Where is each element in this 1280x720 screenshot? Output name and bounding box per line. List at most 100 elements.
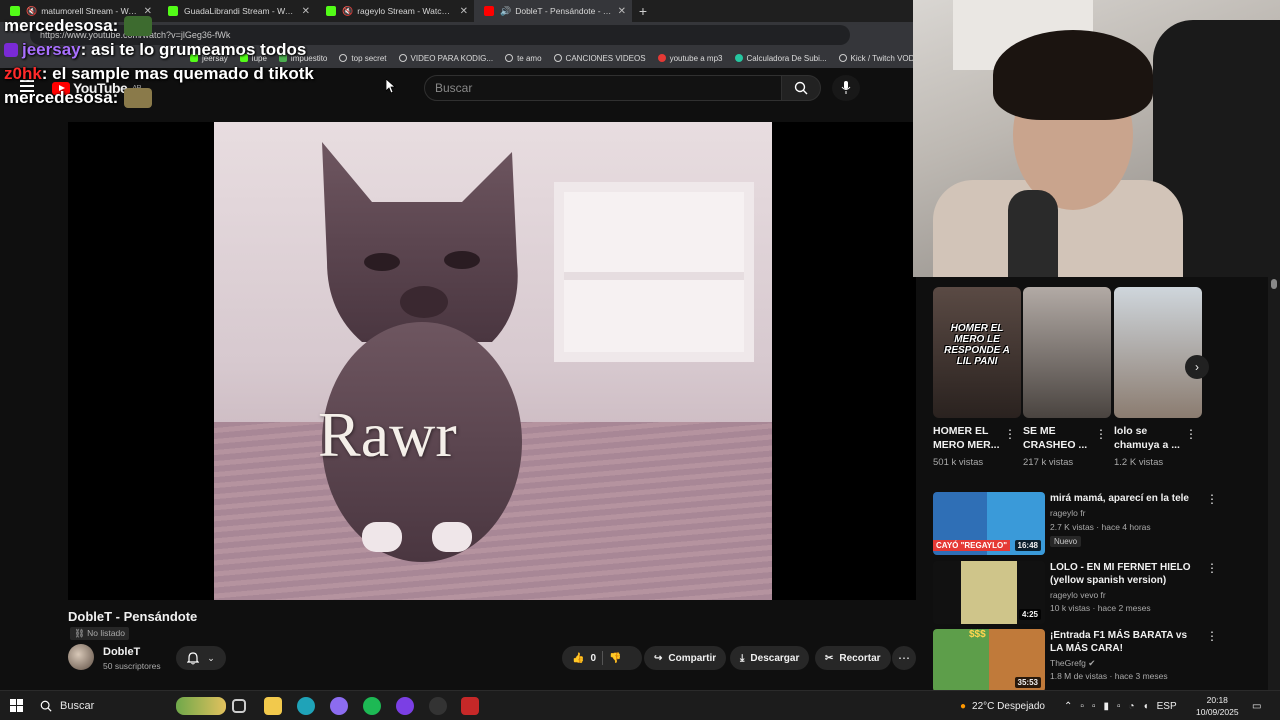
recommended-video[interactable]: $$$ 35:53 ¡Entrada F1 MÁS BARATA vs LA M… — [933, 629, 1218, 693]
weather-widget[interactable]: ● 22°C Despejado — [960, 691, 1045, 720]
subscriber-badge-icon — [4, 43, 18, 57]
speaker-icon[interactable]: 🔊 — [500, 6, 511, 17]
more-vert-icon[interactable]: ⋮ — [1004, 427, 1016, 441]
language-indicator[interactable]: ESP — [1157, 701, 1177, 712]
divider — [602, 651, 604, 665]
channel-name[interactable]: TheGrefg ✔ — [1050, 658, 1095, 669]
search-input[interactable]: Buscar — [424, 75, 782, 101]
new-tab-button[interactable]: + — [632, 3, 654, 19]
bookmark-item[interactable]: Calculadora De Subi... — [734, 53, 827, 63]
tray-app-icon[interactable]: ▫ — [1080, 701, 1084, 712]
short-thumbnail[interactable] — [1114, 287, 1202, 418]
browser-tab-active[interactable]: 🔊 DobleT - Pensándote - YouTu ✕ — [474, 0, 632, 22]
rawr-caption: Rawr — [318, 399, 457, 470]
bookmark-item[interactable]: te amo — [505, 53, 542, 63]
bookmark-label: te amo — [517, 53, 542, 63]
short-title[interactable]: lolo se chamuya a ... — [1114, 424, 1192, 452]
more-vert-icon[interactable]: ⋮ — [1095, 427, 1107, 441]
video-meta: 1.8 M de vistas · hace 3 meses — [1050, 671, 1168, 681]
messenger-icon[interactable] — [330, 697, 348, 715]
obs-icon[interactable] — [429, 697, 447, 715]
thumbnail-banner: CAYÓ "REGAYLO" — [933, 540, 1011, 551]
emote-icon — [124, 88, 153, 108]
video-title: ¡Entrada F1 MÁS BARATA vs LA MÁS CARA! — [1050, 630, 1188, 654]
more-vert-icon[interactable]: ⋮ — [1206, 492, 1218, 506]
short-thumbnail[interactable] — [1023, 287, 1111, 418]
more-vert-icon[interactable]: ⋮ — [1185, 427, 1197, 441]
stream-chat-overlay: mercedesosa: jeersay: asi te lo grumeamo… — [4, 14, 314, 110]
edge-icon[interactable] — [297, 697, 315, 715]
close-tab-icon[interactable]: ✕ — [460, 6, 468, 17]
browser-tab[interactable]: 🔇 rageylo Stream - Watch Live ✕ — [316, 0, 474, 22]
page-scrollbar[interactable] — [1268, 277, 1280, 690]
short-thumbnail[interactable]: HOMER EL MERO LE RESPONDE A LIL PANI — [933, 287, 1021, 418]
like-button[interactable]: 👍 0 — [572, 653, 596, 664]
muted-speaker-icon[interactable]: 🔇 — [342, 6, 353, 17]
channel-name[interactable]: rageylo vevo fr — [1050, 590, 1106, 600]
bookmark-item[interactable]: youtube a mp3 — [657, 54, 723, 63]
volume-icon[interactable]: ◖ — [1143, 701, 1149, 712]
tab-title: DobleT - Pensándote - YouTu — [515, 6, 612, 16]
bookmark-item[interactable]: CANCIONES VIDEOS — [553, 53, 646, 63]
scrollbar-thumb[interactable] — [1271, 279, 1277, 289]
network-icon[interactable]: ◔ — [1129, 701, 1135, 712]
bookmark-label: VIDEO PARA KODIG... — [410, 53, 494, 63]
next-shorts-button[interactable]: › — [1185, 355, 1209, 379]
tray-app-icon[interactable]: ▫ — [1092, 701, 1096, 712]
recommended-video[interactable]: CAYÓ "REGAYLO" 16:48 mirá mamá, aparecí … — [933, 492, 1218, 556]
voice-search-button[interactable] — [832, 75, 860, 101]
chat-message: mercedesosa: — [4, 86, 314, 110]
file-explorer-icon[interactable] — [264, 697, 282, 715]
notifications-button[interactable]: ⌄ — [176, 646, 226, 670]
channel-avatar[interactable] — [68, 644, 94, 670]
canva-icon[interactable] — [396, 697, 414, 715]
chat-text: : asi te lo grumeamos todos — [80, 40, 307, 59]
video-thumbnail: $$$ 35:53 — [933, 629, 1045, 692]
video-player[interactable]: Rawr — [68, 122, 916, 600]
taskbar-search[interactable]: Buscar — [36, 695, 226, 717]
clip-label: Recortar — [839, 652, 881, 664]
more-vert-icon[interactable]: ⋮ — [1206, 561, 1218, 575]
like-dislike-group: 👍 0 👎 — [562, 646, 642, 670]
chevron-up-icon[interactable]: ⌃ — [1064, 701, 1072, 712]
bookmark-label: Calculadora De Subi... — [746, 53, 827, 63]
more-vert-icon[interactable]: ⋮ — [1206, 629, 1218, 643]
task-view-icon[interactable] — [232, 699, 246, 713]
recommended-video[interactable]: 4:25 LOLO - EN MI FERNET HIELO (yellow s… — [933, 561, 1218, 625]
bookmark-label: CANCIONES VIDEOS — [565, 53, 646, 63]
video-thumbnail: 4:25 — [933, 561, 1045, 624]
short-title[interactable]: HOMER EL MERO MER... — [933, 424, 1011, 452]
globe-icon — [339, 54, 348, 62]
channel-name[interactable]: rageylo fr — [1050, 508, 1085, 518]
share-button[interactable]: ↪ Compartir — [644, 646, 727, 670]
short-title[interactable]: SE ME CRASHEO ... — [1023, 424, 1101, 452]
bookmark-item[interactable]: top secret — [339, 53, 387, 63]
thumbnail-text: $$$ — [969, 629, 986, 640]
video-duration: 4:25 — [1018, 609, 1041, 620]
spotify-icon[interactable] — [363, 697, 381, 715]
taskbar-clock[interactable]: 20:18 10/09/2025 — [1196, 694, 1239, 718]
download-button[interactable]: ⤓ Descargar — [730, 646, 810, 670]
dislike-button[interactable]: 👎 — [609, 653, 621, 664]
globe-icon — [398, 54, 407, 62]
bookmark-item[interactable]: VIDEO PARA KODIG... — [398, 53, 494, 63]
windows-start-icon[interactable] — [10, 699, 23, 712]
link-icon: ⛓ — [74, 628, 88, 638]
microphone-icon[interactable]: ▮ — [1103, 701, 1109, 712]
chevron-down-icon: ⌄ — [207, 652, 215, 663]
channel-name[interactable]: DobleT — [103, 646, 140, 658]
close-tab-icon[interactable]: ✕ — [618, 6, 626, 17]
notifications-icon[interactable]: ▭ — [1252, 691, 1261, 720]
bookmark-label: top secret — [351, 53, 387, 63]
bookmark-item[interactable]: Kick / Twitch VOD — [838, 54, 913, 63]
chat-username: mercedesosa: — [4, 16, 119, 35]
tray-app-icon[interactable]: ▫ — [1117, 701, 1121, 712]
more-actions-button[interactable]: ⋯ — [892, 646, 916, 670]
video-duration: 16:48 — [1014, 540, 1041, 551]
video-editor-icon[interactable] — [461, 697, 479, 715]
search-button[interactable] — [781, 75, 821, 101]
short-views: 217 k vistas — [1023, 457, 1074, 468]
background-window — [554, 182, 754, 362]
clip-button[interactable]: ✂ Recortar — [815, 646, 891, 670]
chat-username: jeersay — [22, 40, 81, 59]
